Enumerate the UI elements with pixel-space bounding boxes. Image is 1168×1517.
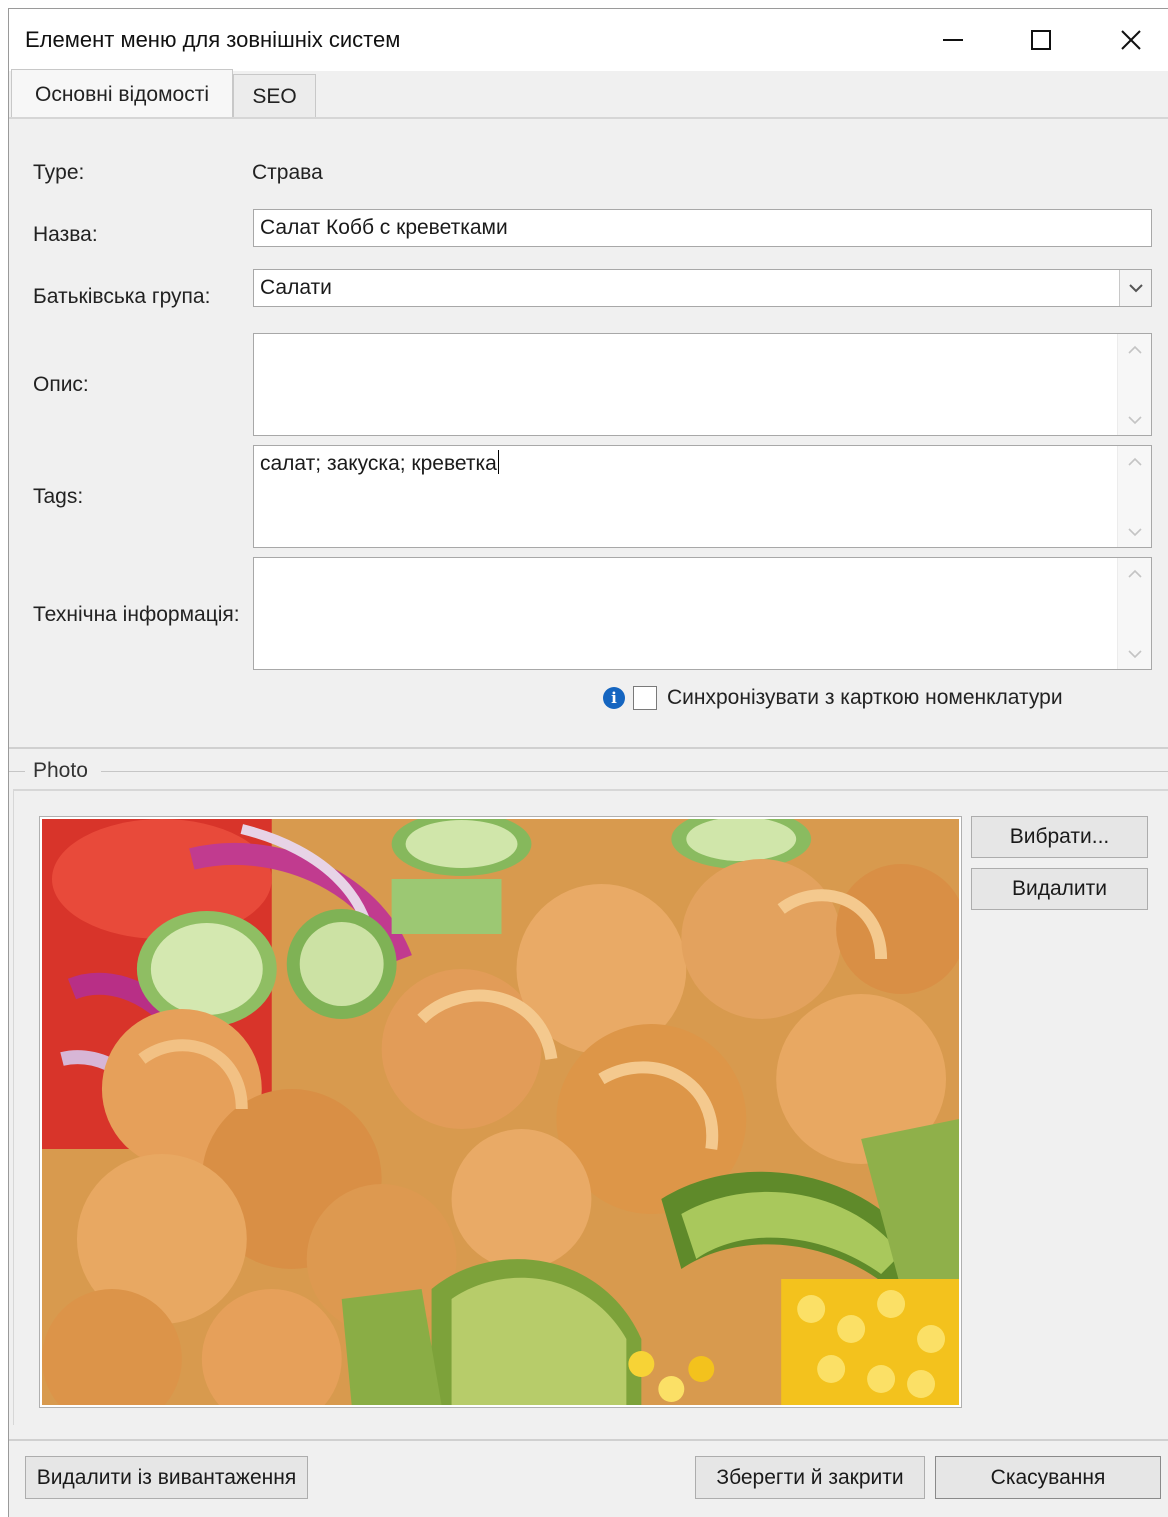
name-label: Назва: [33,223,98,246]
footer-divider [9,1439,1168,1441]
scroll-down-button[interactable] [1126,525,1144,539]
photo-frame [39,816,962,1408]
delete-photo-button[interactable]: Видалити [971,868,1148,910]
scroll-up-button[interactable] [1126,454,1144,468]
parent-group-label: Батьківська група: [33,285,211,308]
minimize-button[interactable] [909,9,997,71]
cancel-button[interactable]: Скасування [935,1456,1161,1499]
chevron-up-icon [1128,345,1142,354]
close-icon [1121,30,1141,50]
tab-seo[interactable]: SEO [233,74,316,119]
sync-label[interactable]: Синхронізувати з карткою номенклатури [667,686,1063,710]
type-value: Страва [252,161,323,184]
type-label: Type: [33,161,85,184]
tags-value: салат; закуска; креветка [260,452,497,475]
tech-info-textarea[interactable] [253,557,1152,670]
tab-underline [9,117,1168,119]
info-icon[interactable]: i [603,687,625,709]
scroll-up-button[interactable] [1126,566,1144,580]
chevron-down-icon [1128,284,1143,293]
food-photo [42,819,959,1405]
tags-text: салат; закуска; креветка [260,450,499,476]
sync-row: i Синхронізувати з карткою номенклатури [603,683,1063,713]
remove-from-export-button[interactable]: Видалити із вивантаження [25,1456,308,1499]
group-border [9,771,25,772]
tech-info-label: Технічна інформація: [33,603,240,626]
title-bar: Елемент меню для зовнішніх систем [9,9,1168,71]
chevron-up-icon [1128,457,1142,466]
tech-info-scrollbar[interactable] [1117,558,1151,669]
tags-textarea[interactable]: салат; закуска; креветка [253,445,1152,548]
name-input[interactable]: Салат Кобб с креветками [253,209,1152,247]
maximize-icon [1031,30,1051,50]
minimize-icon [943,39,963,41]
name-input-value: Салат Кобб с креветками [260,216,508,239]
group-border [101,771,1168,772]
window-title: Елемент меню для зовнішніх систем [25,27,401,52]
chevron-down-icon [1128,527,1142,536]
description-textarea[interactable] [253,333,1152,436]
tags-scrollbar[interactable] [1117,446,1151,547]
save-and-close-button[interactable]: Зберегти й закрити [695,1456,925,1499]
photo-group-title: Photo [33,759,88,782]
description-scrollbar[interactable] [1117,334,1151,435]
chevron-up-icon [1128,569,1142,578]
dialog-window: Елемент меню для зовнішніх систем Основн… [8,8,1168,1517]
description-label: Опис: [33,373,89,396]
scroll-down-button[interactable] [1126,413,1144,427]
tags-label: Tags: [33,485,84,508]
scroll-up-button[interactable] [1126,342,1144,356]
select-photo-button[interactable]: Вибрати... [971,816,1148,858]
chevron-down-icon [1128,415,1142,424]
chevron-down-icon [1128,649,1142,658]
maximize-button[interactable] [997,9,1085,71]
scroll-down-button[interactable] [1126,647,1144,661]
sync-checkbox[interactable] [633,686,657,710]
section-divider [9,747,1168,749]
parent-group-select[interactable]: Салати [253,269,1152,307]
text-caret [497,450,499,474]
tab-bar: Основні відомості SEO [9,69,1168,119]
dropdown-button[interactable] [1119,270,1151,306]
close-button[interactable] [1087,9,1168,71]
tab-main-info[interactable]: Основні відомості [11,69,233,119]
parent-group-value: Салати [260,276,332,299]
